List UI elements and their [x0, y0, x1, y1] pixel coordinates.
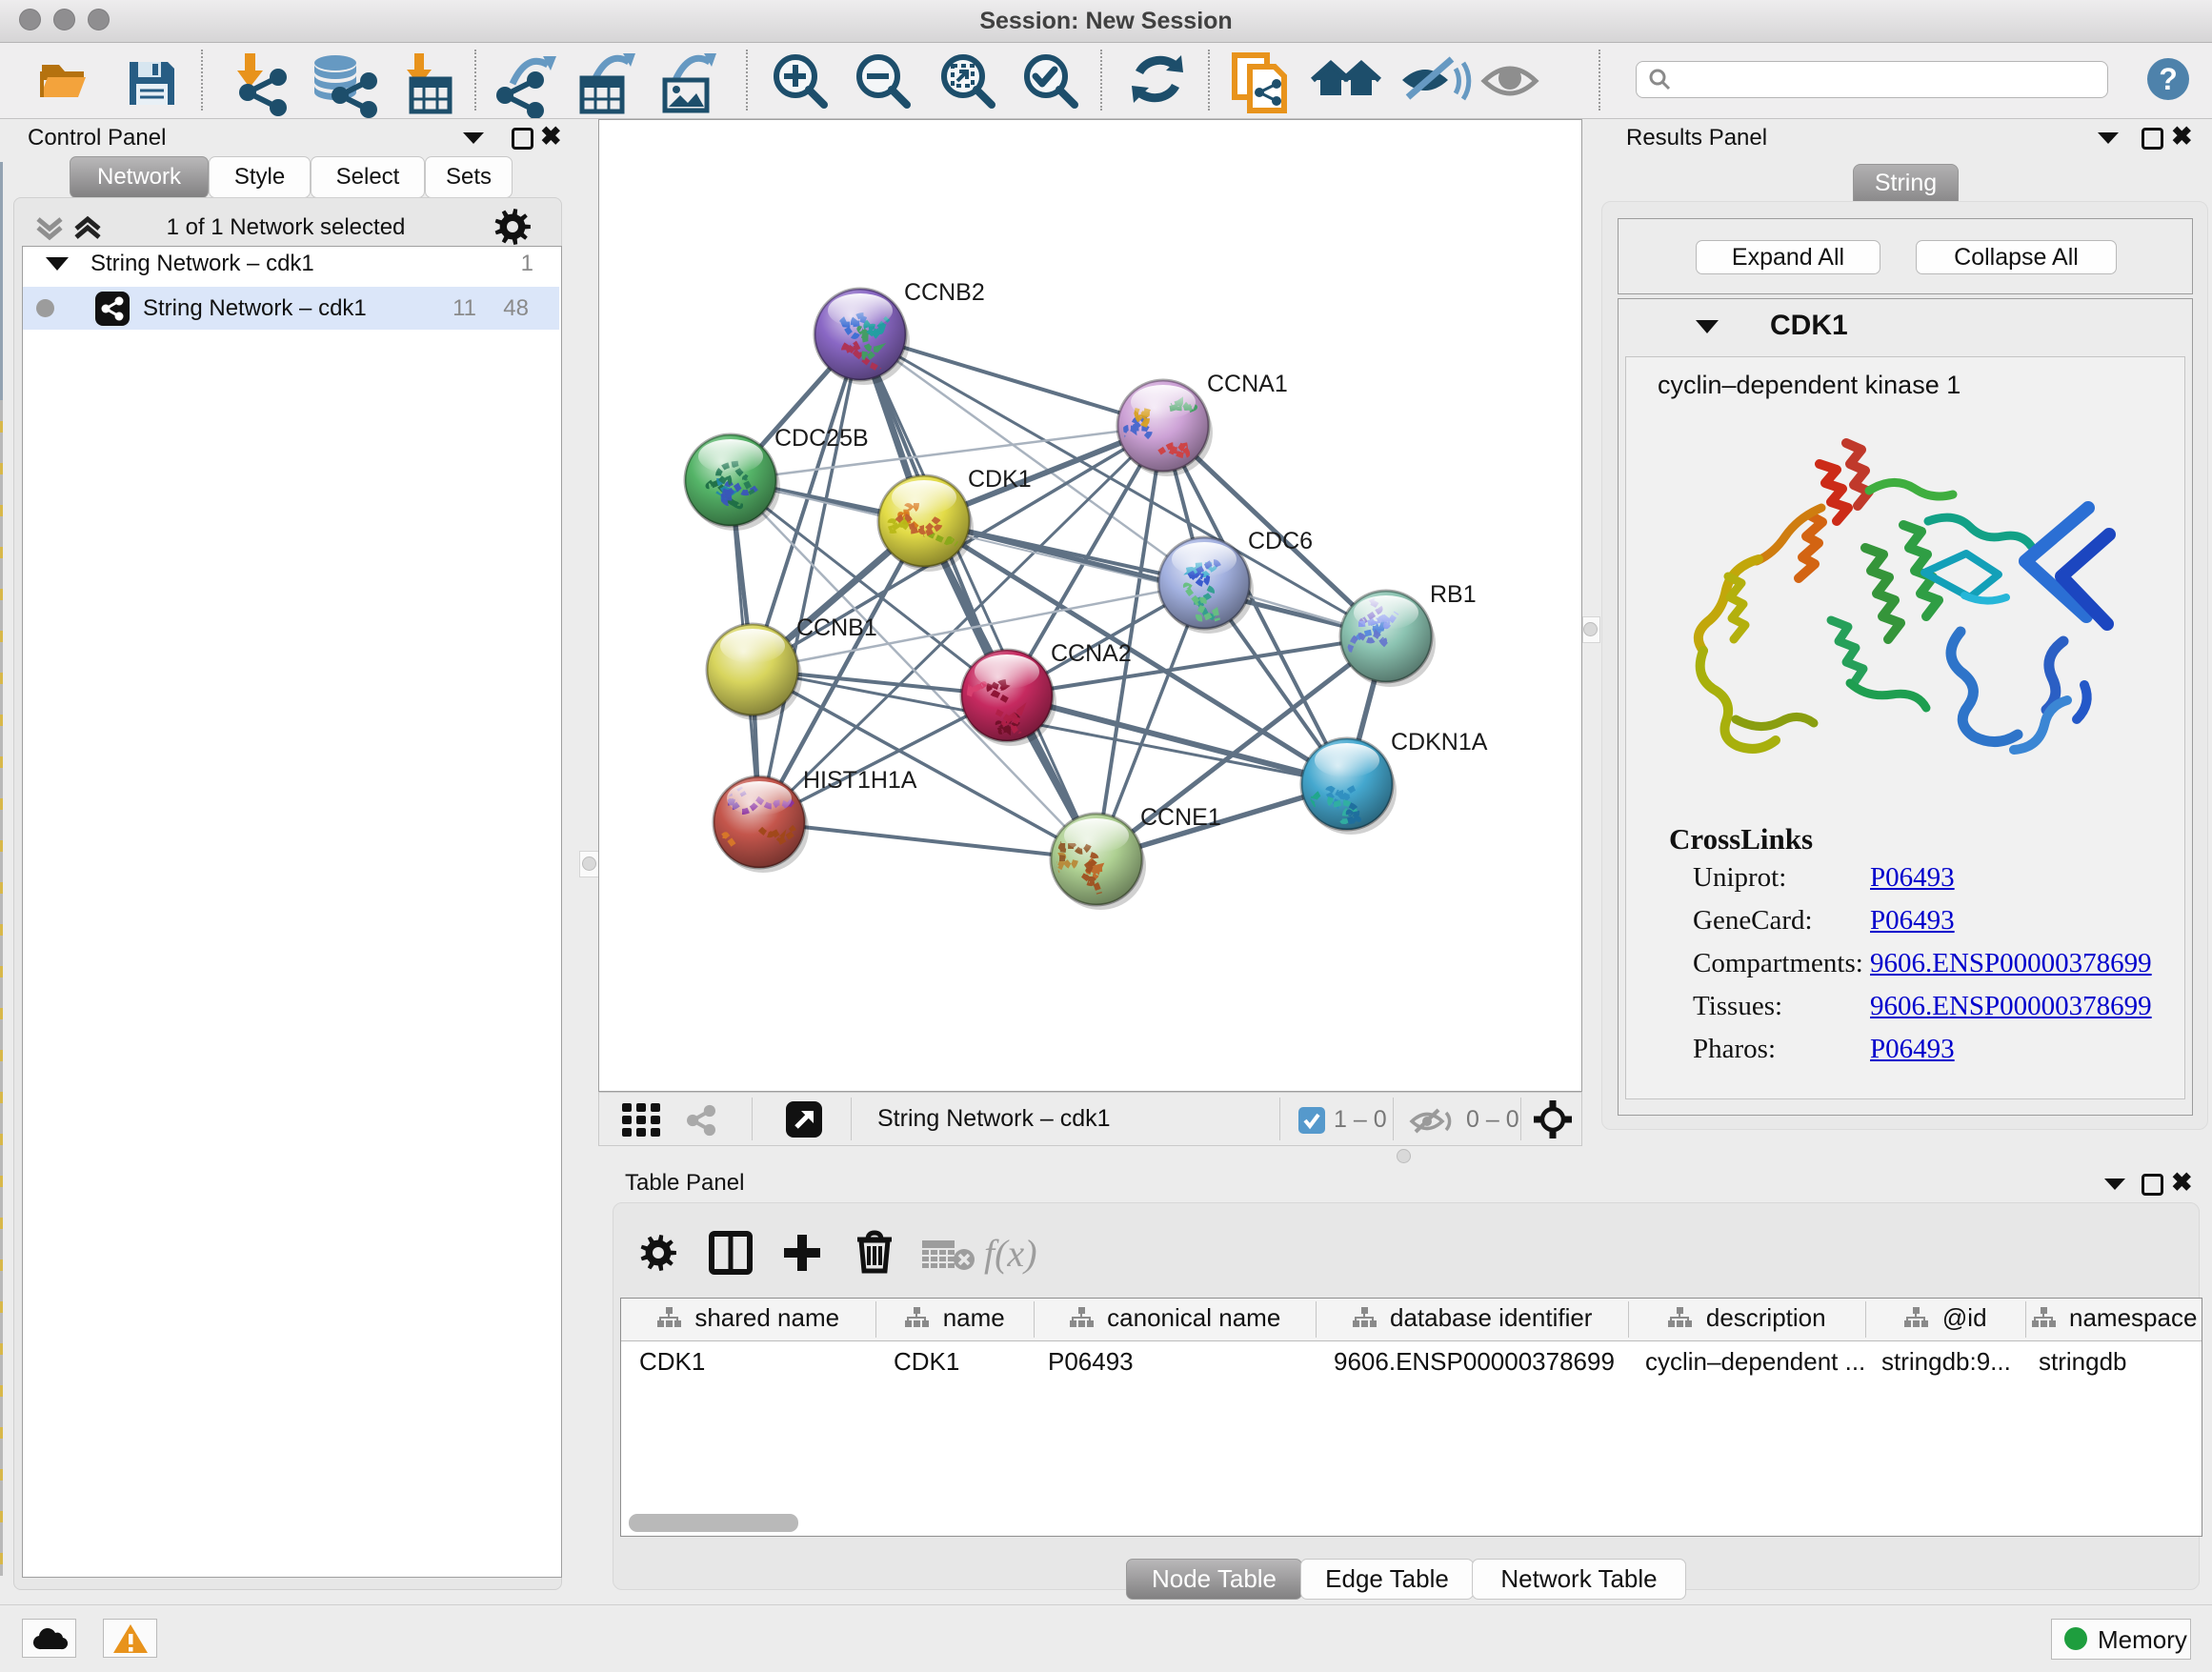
- svg-text:CCNB1: CCNB1: [796, 614, 877, 641]
- svg-text:RB1: RB1: [1430, 581, 1477, 608]
- svg-text:CDC6: CDC6: [1248, 528, 1313, 554]
- svg-text:CCNA1: CCNA1: [1207, 371, 1288, 397]
- svg-text:CDKN1A: CDKN1A: [1391, 729, 1488, 755]
- svg-text:CDK1: CDK1: [968, 466, 1032, 493]
- svg-text:CCNB2: CCNB2: [904, 279, 985, 306]
- svg-text:CDC25B: CDC25B: [774, 425, 869, 452]
- svg-text:CCNE1: CCNE1: [1140, 804, 1221, 831]
- svg-text:CCNA2: CCNA2: [1051, 640, 1132, 667]
- svg-text:HIST1H1A: HIST1H1A: [803, 767, 917, 794]
